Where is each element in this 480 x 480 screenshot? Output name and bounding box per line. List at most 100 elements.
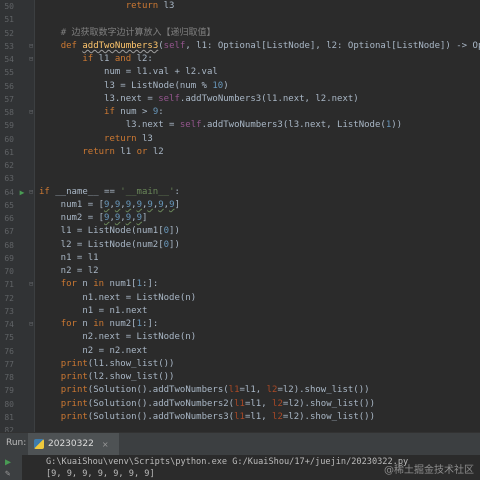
code-token: :]:: [142, 319, 159, 329]
code-token: =l1,: [244, 398, 273, 409]
run-tab-20230322[interactable]: 20230322 ×: [28, 433, 119, 457]
code-line[interactable]: 70 n2 = l2: [0, 265, 480, 278]
code-line[interactable]: 54 ⊟ if l1 and l2:: [0, 53, 480, 66]
code-line[interactable]: 69 n1 = l1: [0, 252, 480, 265]
code-line[interactable]: 71 ⊟ for n in num1[1:]:: [0, 278, 480, 291]
code-lines[interactable]: 50 return l3 51 52 # 边获取数字边计算放入【递归取值】 53 ⊟ d…: [0, 0, 480, 432]
code-text: n1 = n1.next: [39, 305, 147, 318]
code-token: ]): [169, 226, 180, 237]
code-text: l3 = ListNode(num % 10): [39, 80, 229, 93]
code-line[interactable]: 64 ▶ ⊟ if __name__ == '__main__':: [0, 186, 480, 199]
line-number: 64: [4, 187, 14, 197]
code-token: return: [104, 133, 142, 144]
code-line[interactable]: 53 ⊟ def addTwoNumbers3(self, l1: Optiona…: [0, 40, 480, 53]
line-number: 74: [4, 320, 14, 329]
code-token: n2 = n2.next: [39, 345, 148, 356]
code-line[interactable]: 81 print(Solution().addTwoNumbers3(l1=l1…: [0, 411, 480, 424]
line-number: 80: [4, 399, 14, 409]
code-token: )): [391, 120, 403, 131]
code-text: print(Solution().addTwoNumbers(l1=l1, l2…: [39, 384, 370, 397]
code-line[interactable]: 82: [0, 424, 480, 432]
code-token: (Solution().addTwoNumbers2(: [87, 398, 235, 409]
code-line[interactable]: 61 return l1 or l2: [0, 146, 480, 159]
code-line[interactable]: 62: [0, 159, 480, 172]
line-number: 61: [4, 147, 14, 157]
line-number: 63: [4, 174, 14, 184]
fold-icon[interactable]: ⊟: [29, 186, 33, 199]
code-line[interactable]: 59 l3.next = self.addTwoNumbers3(l3.next…: [0, 119, 480, 132]
run-gutter-icon[interactable]: ▶: [18, 186, 26, 199]
code-line[interactable]: 51: [0, 13, 480, 26]
fold-icon[interactable]: ⊟: [29, 106, 33, 119]
run-console[interactable]: ▶ ✎ G:\KuaiShou\venv\Scripts\python.exe …: [0, 455, 480, 480]
fold-icon[interactable]: ⊟: [29, 40, 33, 53]
line-number: 71: [4, 280, 14, 290]
code-line[interactable]: 55 num = l1.val + l2.val: [0, 66, 480, 79]
code-token: in: [93, 319, 110, 329]
code-token: print: [60, 372, 88, 382]
code-line[interactable]: 78 print(l2.show_list()): [0, 371, 480, 384]
code-text: print(Solution().addTwoNumbers2(l1=l1, l…: [39, 398, 375, 411]
code-token: l2: [152, 146, 164, 157]
code-token: (Solution().addTwoNumbers(: [87, 385, 229, 396]
watermark: @稀土掘金技术社区: [384, 465, 474, 476]
code-line[interactable]: 76 n2 = n2.next: [0, 345, 480, 358]
code-token: l3.next =: [39, 93, 159, 104]
rerun-icon[interactable]: ▶: [5, 457, 11, 468]
line-number: 55: [4, 68, 14, 78]
code-token: if: [104, 107, 121, 117]
line-number: 50: [4, 2, 14, 11]
line-number: 81: [4, 412, 14, 422]
code-token: (l2.show_list()): [87, 372, 175, 382]
line-number: 72: [4, 293, 14, 303]
code-token: self: [179, 120, 202, 131]
code-line[interactable]: 79 print(Solution().addTwoNumbers(l1=l1,…: [0, 384, 480, 397]
code-line[interactable]: 52 # 边获取数字边计算放入【递归取值】: [0, 27, 480, 40]
code-line[interactable]: 60 return l3: [0, 133, 480, 146]
code-token: n1 = n1.next: [39, 305, 148, 316]
console-command-line: G:\KuaiShou\venv\Scripts\python.exe G:/K…: [46, 457, 409, 467]
code-line[interactable]: 67 l1 = ListNode(num1[0]): [0, 225, 480, 238]
code-line[interactable]: 77 print(l1.show_list()): [0, 358, 480, 371]
code-token: for: [60, 319, 83, 329]
code-line[interactable]: 80 print(Solution().addTwoNumbers2(l1=l1…: [0, 398, 480, 411]
code-text: l1 = ListNode(num1[0]): [39, 225, 180, 238]
code-text: print(l2.show_list()): [39, 371, 175, 384]
code-editor[interactable]: 50 return l3 51 52 # 边获取数字边计算放入【递归取值】 53 ⊟ d…: [0, 0, 480, 432]
code-text: return l3: [39, 0, 175, 13]
console-toolbar: ▶ ✎: [0, 455, 22, 480]
code-line[interactable]: 72 n1.next = ListNode(n): [0, 292, 480, 305]
code-line[interactable]: 63: [0, 172, 480, 185]
code-line[interactable]: 57 l3.next = self.addTwoNumbers3(l1.next…: [0, 93, 480, 106]
fold-icon[interactable]: ⊟: [29, 278, 33, 291]
code-line[interactable]: 66 num2 = [9,9,9,9]: [0, 212, 480, 225]
close-icon[interactable]: ×: [102, 440, 109, 449]
code-token: =l1,: [244, 411, 273, 422]
code-token: self: [163, 40, 186, 51]
code-line[interactable]: 68 l2 = ListNode(num2[0]): [0, 239, 480, 252]
code-line[interactable]: 74 ⊟ for n in num2[1:]:: [0, 318, 480, 331]
code-token: print: [60, 358, 88, 369]
code-token: n2.next = ListNode(n): [39, 332, 197, 343]
code-text: n2.next = ListNode(n): [39, 331, 196, 344]
code-line[interactable]: 58 ⊟ if num > 9:: [0, 106, 480, 119]
fold-icon[interactable]: ⊟: [29, 53, 33, 66]
code-token: l2: [266, 385, 278, 396]
code-token: n1.next = ListNode(n): [39, 292, 197, 303]
code-text: print(Solution().addTwoNumbers3(l1=l1, l…: [39, 411, 375, 424]
code-line[interactable]: 56 l3 = ListNode(num % 10): [0, 80, 480, 93]
code-line[interactable]: 73 n1 = n1.next: [0, 305, 480, 318]
code-token: and: [114, 54, 137, 64]
line-number: 69: [4, 253, 14, 263]
code-token: __name__ ==: [55, 186, 121, 197]
code-text: num1 = [9,9,9,9,9,9,9]: [39, 199, 180, 212]
code-line[interactable]: 65 num1 = [9,9,9,9,9,9,9]: [0, 199, 480, 212]
fold-icon[interactable]: ⊟: [29, 318, 33, 331]
code-line[interactable]: 50 return l3: [0, 0, 480, 13]
code-text: l3.next = self.addTwoNumbers3(l3.next, L…: [39, 119, 402, 132]
code-token: l1: [120, 146, 137, 157]
code-token: or: [136, 146, 153, 157]
code-line[interactable]: 75 n2.next = ListNode(n): [0, 331, 480, 344]
wrench-icon[interactable]: ✎: [5, 469, 10, 479]
